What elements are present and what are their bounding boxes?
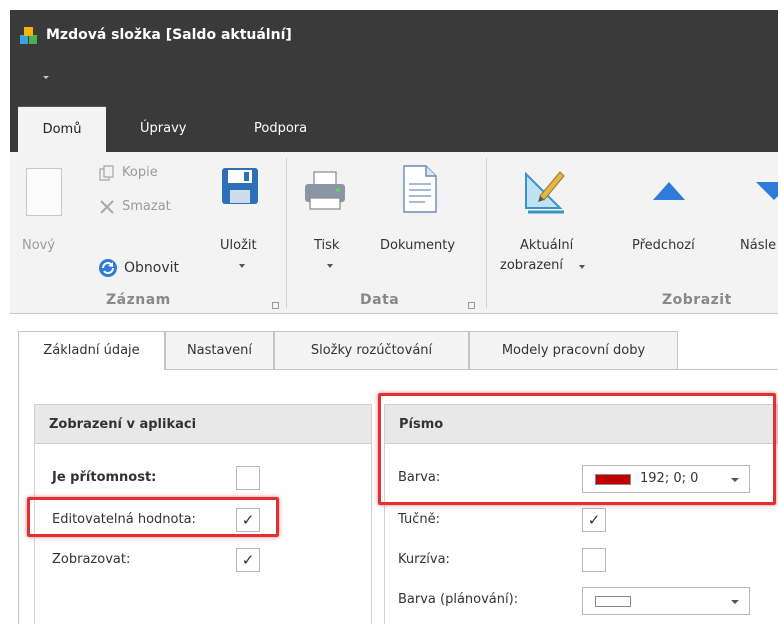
ribbon-tab-bar: Domů Úpravy Podpora	[10, 106, 778, 152]
save-icon	[222, 168, 258, 204]
print-button[interactable]: Tisk	[314, 238, 339, 253]
italic-label: Kurzíva:	[398, 552, 450, 567]
delete-icon	[100, 200, 114, 214]
new-button[interactable]: Nový	[22, 238, 55, 253]
delete-button[interactable]: Smazat	[122, 199, 171, 214]
tab-allocation-folders[interactable]: Složky rozúčtování	[274, 331, 469, 369]
bold-label: Tučně:	[398, 512, 440, 527]
arrow-up-icon	[653, 182, 685, 200]
tab-work-time-models[interactable]: Modely pracovní doby	[469, 331, 678, 369]
save-button[interactable]: Uložit	[220, 238, 257, 253]
tab-basic-info[interactable]: Základní údaje	[18, 331, 165, 370]
previous-button[interactable]: Předchozí	[632, 238, 695, 253]
group-separator	[486, 158, 487, 308]
next-button[interactable]: Násle	[740, 238, 776, 253]
is-presence-checkbox[interactable]	[236, 466, 260, 490]
font-color-value: 192; 0; 0	[640, 471, 699, 486]
font-color-select[interactable]: 192; 0; 0	[582, 465, 750, 493]
data-group-launcher-icon[interactable]	[468, 302, 475, 309]
new-document-icon	[26, 168, 62, 216]
plan-color-select[interactable]	[582, 587, 750, 615]
ribbon-group-data-label: Data	[360, 292, 400, 308]
window-title: Mzdová složka [Saldo aktuální]	[46, 27, 292, 43]
app-logo-icon	[20, 27, 37, 44]
arrow-down-icon	[756, 182, 778, 200]
documents-button[interactable]: Dokumenty	[380, 238, 455, 253]
tab-settings[interactable]: Nastavení	[165, 331, 274, 369]
current-view-icon	[525, 171, 565, 214]
editable-value-checkbox[interactable]: ✓	[236, 508, 260, 532]
quick-access-dropdown-icon[interactable]	[43, 76, 49, 79]
ribbon-tab-support[interactable]: Podpora	[254, 106, 307, 152]
ribbon-group-record-label: Záznam	[106, 292, 171, 308]
font-color-label: Barva:	[398, 470, 441, 485]
refresh-icon	[99, 259, 117, 277]
ribbon-group-view-label: Zobrazit	[662, 292, 732, 308]
plan-color-swatch	[595, 596, 631, 607]
current-view-button[interactable]: Aktuální	[520, 238, 573, 253]
content-area: Základní údaje Nastavení Složky rozúčtov…	[10, 315, 778, 624]
current-view-button-line2[interactable]: zobrazení	[500, 258, 563, 273]
plan-color-label: Barva (plánování):	[398, 592, 519, 607]
refresh-button[interactable]: Obnovit	[124, 260, 179, 276]
ribbon: Nový Kopie Smazat Obnovit Uložit Záznam …	[10, 152, 778, 314]
title-bar: Mzdová složka [Saldo aktuální]	[10, 10, 778, 106]
ribbon-tab-home[interactable]: Domů	[18, 106, 106, 152]
group-separator	[286, 158, 287, 308]
chevron-down-icon	[731, 600, 739, 604]
copy-button[interactable]: Kopie	[122, 165, 158, 180]
documents-icon	[403, 165, 437, 213]
italic-checkbox[interactable]	[582, 548, 606, 572]
show-checkbox[interactable]: ✓	[236, 548, 260, 572]
is-presence-label: Je přítomnost:	[52, 470, 157, 485]
current-view-dropdown-icon[interactable]	[579, 265, 585, 269]
printer-icon	[305, 171, 345, 210]
chevron-down-icon	[731, 478, 739, 482]
application-window: Mzdová složka [Saldo aktuální] Domů Úpra…	[10, 10, 778, 624]
show-label: Zobrazovat:	[52, 552, 131, 567]
editable-value-label: Editovatelná hodnota:	[52, 512, 196, 527]
print-dropdown-icon[interactable]	[327, 264, 333, 268]
save-dropdown-icon[interactable]	[239, 264, 245, 268]
section-display-header: Zobrazení v aplikaci	[34, 404, 372, 444]
record-group-launcher-icon[interactable]	[272, 302, 279, 309]
copy-icon	[99, 165, 114, 181]
font-color-swatch	[595, 474, 631, 485]
ribbon-tab-edit[interactable]: Úpravy	[140, 106, 186, 152]
bold-checkbox[interactable]: ✓	[582, 508, 606, 532]
section-font-header: Písmo	[384, 404, 778, 444]
